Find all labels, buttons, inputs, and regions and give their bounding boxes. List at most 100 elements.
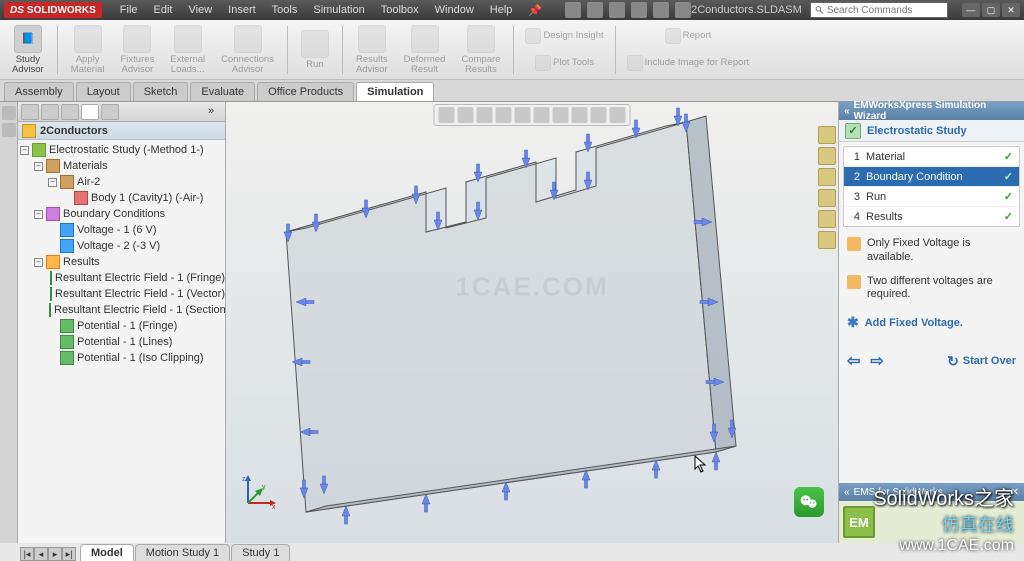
- tree-results[interactable]: −Results: [18, 254, 225, 270]
- tree-result-plot[interactable]: Resultant Electric Field - 1 (Section): [18, 302, 225, 318]
- menu-file[interactable]: File: [112, 4, 146, 17]
- menu-bar: File Edit View Insert Tools Simulation T…: [112, 4, 550, 17]
- tab-next-icon[interactable]: ▸: [48, 547, 62, 561]
- connections-advisor-button[interactable]: Connections Advisor: [215, 23, 280, 77]
- results-icon: [358, 25, 386, 53]
- study-icon: [32, 143, 46, 157]
- ems-panel-header[interactable]: « EMS for SolidWorks _ ✕: [839, 483, 1024, 501]
- qat-save-icon[interactable]: [609, 2, 625, 18]
- tree-result-plot[interactable]: Resultant Electric Field - 1 (Fringe): [18, 270, 225, 286]
- tab-evaluate[interactable]: Evaluate: [190, 82, 255, 101]
- compare-icon: [467, 25, 495, 53]
- compare-results-button[interactable]: Compare Results: [455, 23, 506, 77]
- tab-prev-icon[interactable]: ◂: [34, 547, 48, 561]
- fp-tab-display[interactable]: [101, 104, 119, 120]
- tab-first-icon[interactable]: |◂: [20, 547, 34, 561]
- menu-insert[interactable]: Insert: [220, 4, 264, 17]
- tree-result-plot[interactable]: Potential - 1 (Iso Clipping): [18, 350, 225, 366]
- qat-open-icon[interactable]: [587, 2, 603, 18]
- wizard-notes: Only Fixed Voltage is available. Two dif…: [839, 231, 1024, 308]
- wizard-step-run[interactable]: 3Run✓: [844, 187, 1019, 207]
- wizard-nav: ⇦ ⇨ ↻ Start Over: [839, 345, 1024, 377]
- tree-body[interactable]: Body 1 (Cavity1) (-Air-): [18, 190, 225, 206]
- tab-simulation[interactable]: Simulation: [356, 82, 434, 101]
- tree-materials[interactable]: −Materials: [18, 158, 225, 174]
- window-controls: — ▢ ✕: [962, 3, 1020, 17]
- tab-last-icon[interactable]: ▸|: [62, 547, 76, 561]
- tree-result-plot[interactable]: Potential - 1 (Lines): [18, 334, 225, 350]
- qat-print-icon[interactable]: [631, 2, 647, 18]
- minimize-button[interactable]: —: [962, 3, 980, 17]
- tab-assembly[interactable]: Assembly: [4, 82, 74, 101]
- menu-toolbox[interactable]: Toolbox: [373, 4, 427, 17]
- search-field[interactable]: [827, 5, 943, 16]
- menu-window[interactable]: Window: [427, 4, 482, 17]
- tree-air[interactable]: −Air-2: [18, 174, 225, 190]
- tree-result-plot[interactable]: Resultant Electric Field - 1 (Vector): [18, 286, 225, 302]
- qat-rebuild-icon[interactable]: [653, 2, 669, 18]
- wizard-back-button[interactable]: ⇦: [847, 351, 860, 371]
- include-image-icon: [627, 55, 643, 71]
- tree-boundary-conditions[interactable]: −Boundary Conditions: [18, 206, 225, 222]
- wizard-step-results[interactable]: 4Results✓: [844, 207, 1019, 226]
- report-button[interactable]: Report: [623, 23, 754, 49]
- add-fixed-voltage-link[interactable]: ✱ Add Fixed Voltage.: [839, 308, 1024, 337]
- menu-simulation[interactable]: Simulation: [305, 4, 372, 17]
- panel-pin-icon[interactable]: »: [208, 105, 222, 119]
- tab-sketch[interactable]: Sketch: [133, 82, 189, 101]
- external-loads-button[interactable]: External Loads...: [164, 23, 211, 77]
- design-insight-button[interactable]: Design Insight: [521, 23, 607, 49]
- close-button[interactable]: ✕: [1002, 3, 1020, 17]
- wizard-steps-list: 1Material✓ 2Boundary Condition✓ 3Run✓ 4R…: [843, 146, 1020, 227]
- info-icon: [847, 275, 861, 289]
- bottom-tab-model[interactable]: Model: [80, 544, 134, 561]
- apply-material-button[interactable]: Apply Material: [65, 23, 111, 77]
- include-image-button[interactable]: Include Image for Report: [623, 50, 754, 76]
- plot-tools-icon: [535, 55, 551, 71]
- leftbar-icon[interactable]: [2, 106, 16, 120]
- menu-edit[interactable]: Edit: [146, 4, 181, 17]
- bottom-tab-motion[interactable]: Motion Study 1: [135, 544, 230, 561]
- results-advisor-button[interactable]: Results Advisor: [350, 23, 394, 77]
- voltage-icon: [60, 223, 74, 237]
- wechat-icon: [794, 487, 824, 517]
- tree-result-plot[interactable]: Potential - 1 (Fringe): [18, 318, 225, 334]
- qat-new-icon[interactable]: [565, 2, 581, 18]
- wizard-titlebar: « EMWorksXpress Simulation Wizard: [839, 102, 1024, 120]
- menu-tools[interactable]: Tools: [264, 4, 306, 17]
- plot-icon: [60, 335, 74, 349]
- tree-voltage-2[interactable]: Voltage - 2 (-3 V): [18, 238, 225, 254]
- qat-options-icon[interactable]: [675, 2, 691, 18]
- plot-tools-button[interactable]: Plot Tools: [521, 50, 607, 76]
- app-logo: DS SOLIDWORKS: [4, 2, 102, 18]
- run-button[interactable]: Run: [295, 23, 335, 77]
- wizard-start-over-button[interactable]: ↻ Start Over: [947, 353, 1016, 370]
- fp-tab-feature[interactable]: [21, 104, 39, 120]
- fp-tab-property[interactable]: [41, 104, 59, 120]
- wizard-next-button[interactable]: ⇨: [870, 351, 883, 371]
- deformed-icon: [411, 25, 439, 53]
- wizard-step-material[interactable]: 1Material✓: [844, 147, 1019, 167]
- tree-study[interactable]: −Electrostatic Study (-Method 1-): [18, 142, 225, 158]
- maximize-button[interactable]: ▢: [982, 3, 1000, 17]
- deformed-result-button[interactable]: Deformed Result: [398, 23, 452, 77]
- tab-office-products[interactable]: Office Products: [257, 82, 354, 101]
- info-icon: [847, 237, 861, 251]
- fp-tab-study[interactable]: [81, 104, 99, 120]
- leftbar-icon[interactable]: [2, 123, 16, 137]
- menu-view[interactable]: View: [181, 4, 221, 17]
- wizard-step-boundary[interactable]: 2Boundary Condition✓: [844, 167, 1019, 187]
- search-commands-input[interactable]: [810, 2, 948, 18]
- tree-voltage-1[interactable]: Voltage - 1 (6 V): [18, 222, 225, 238]
- materials-icon: [46, 159, 60, 173]
- main-area: » 2Conductors −Electrostatic Study (-Met…: [0, 102, 1024, 543]
- menu-pin-icon[interactable]: 📌: [520, 4, 550, 17]
- menu-help[interactable]: Help: [482, 4, 521, 17]
- fp-tab-config[interactable]: [61, 104, 79, 120]
- bottom-tab-study[interactable]: Study 1: [231, 544, 290, 561]
- graphics-viewport[interactable]: 1CAE.COM: [226, 102, 838, 543]
- tab-layout[interactable]: Layout: [76, 82, 131, 101]
- report-icon: [665, 28, 681, 44]
- study-advisor-button[interactable]: 📘Study Advisor: [6, 23, 50, 77]
- fixtures-advisor-button[interactable]: Fixtures Advisor: [114, 23, 160, 77]
